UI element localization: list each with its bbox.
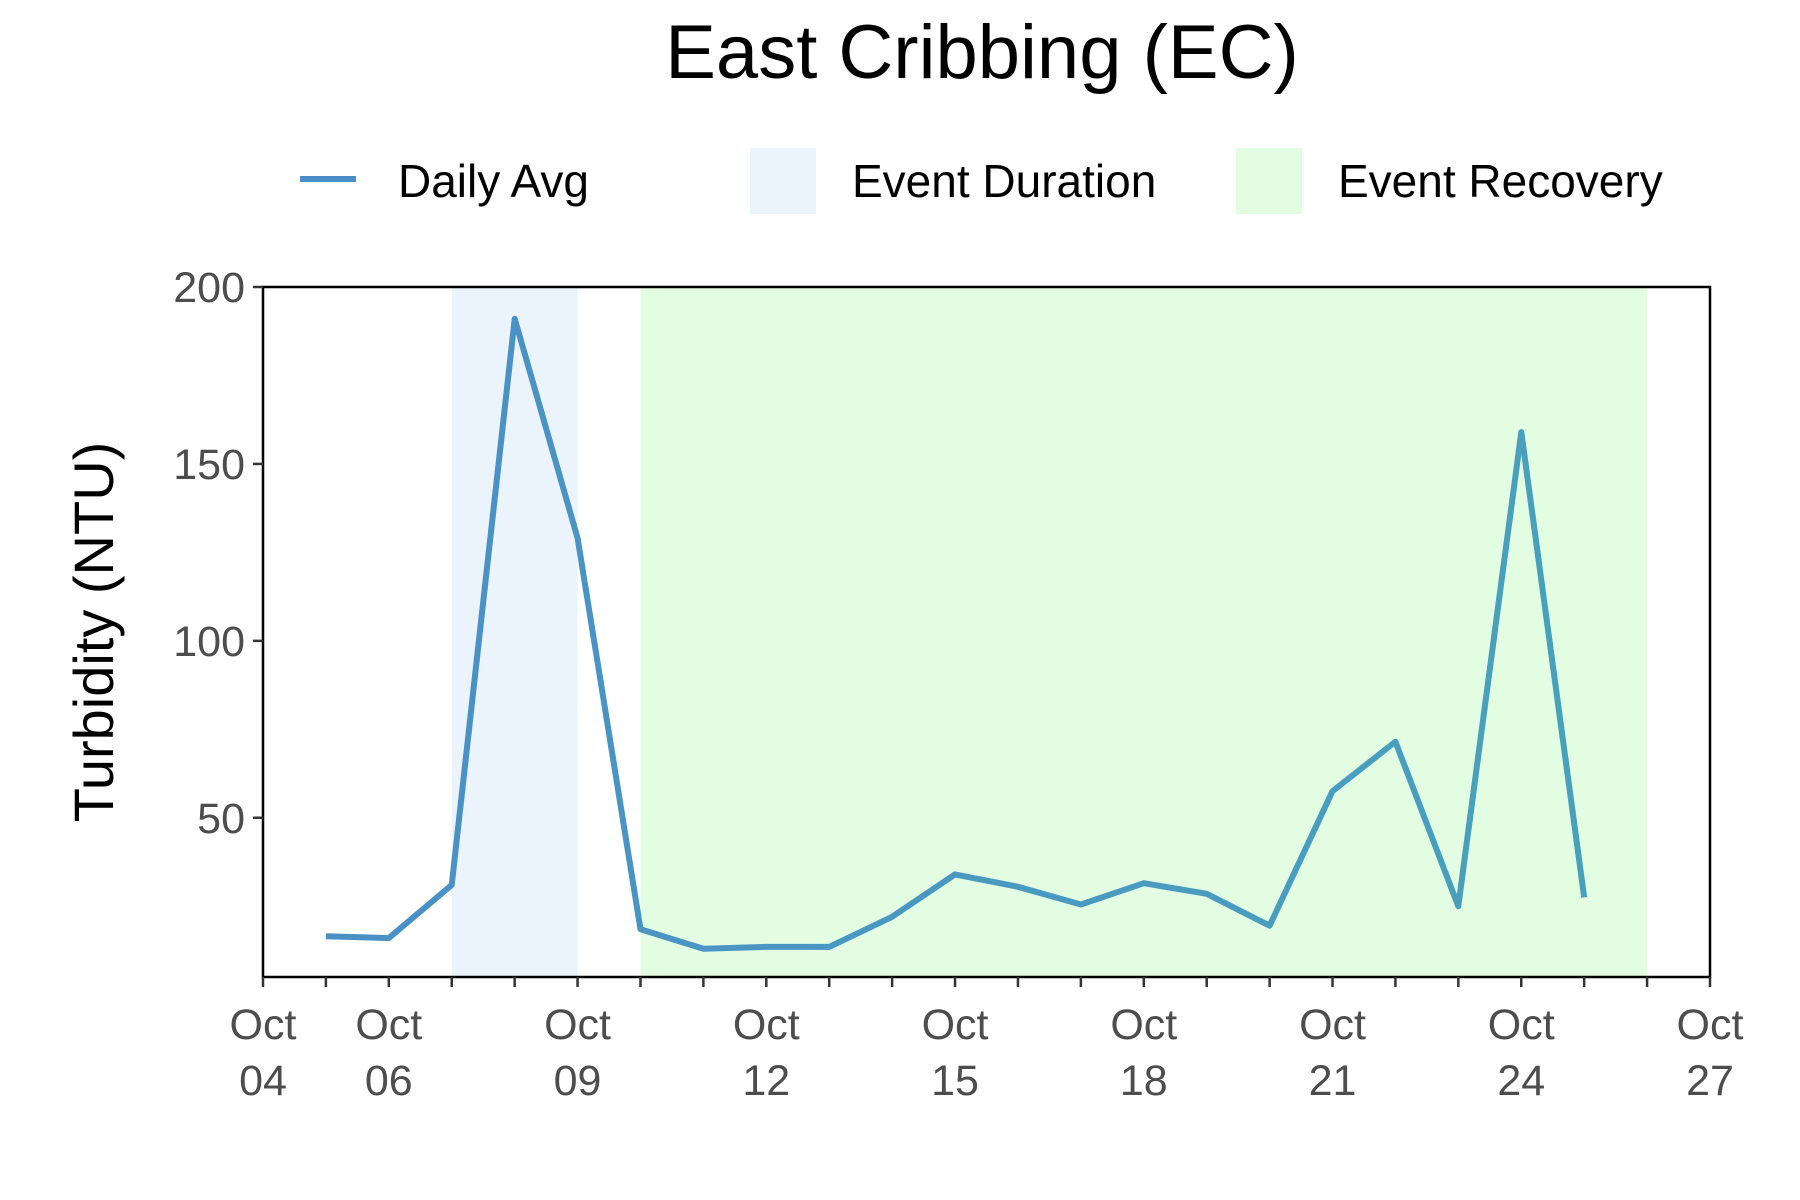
legend-swatch-event-duration — [750, 148, 816, 214]
y-tick-label: 100 — [173, 618, 245, 666]
x-tick-label: 09 — [554, 1057, 602, 1105]
legend-label-event-duration: Event Duration — [852, 155, 1156, 207]
legend-label-daily-avg: Daily Avg — [398, 155, 589, 207]
legend-swatch-event-recovery — [1236, 148, 1302, 214]
x-tick-label: Oct — [1110, 1001, 1177, 1049]
chart-title: East Cribbing (EC) — [665, 10, 1299, 95]
legend: Daily Avg Event Duration Event Recovery — [300, 148, 1663, 214]
shaded-region-event-duration — [451, 287, 578, 977]
x-tick-label: Oct — [1488, 1001, 1555, 1049]
x-tick-label: 21 — [1309, 1057, 1357, 1105]
x-tick-label: Oct — [1677, 1001, 1744, 1049]
y-tick-label: 150 — [173, 441, 245, 489]
y-axis: 50 100 150 200 — [173, 264, 263, 843]
x-tick-label: 06 — [365, 1057, 413, 1105]
x-tick-label: 04 — [239, 1057, 287, 1105]
x-axis: Oct 04 Oct 06 Oct 09 Oct 12 Oct 15 Oct 18 Oct 21 Oct 24… — [230, 977, 1744, 1105]
x-tick-label: 18 — [1120, 1057, 1168, 1105]
y-axis-label: Turbidity (NTU) — [62, 442, 125, 823]
legend-label-event-recovery: Event Recovery — [1338, 155, 1663, 207]
x-tick-label: Oct — [922, 1001, 989, 1049]
x-tick-label: 27 — [1686, 1057, 1734, 1105]
x-tick-label: 12 — [742, 1057, 790, 1105]
x-tick-label: 15 — [931, 1057, 979, 1105]
x-tick-label: 24 — [1497, 1057, 1545, 1105]
y-tick-label: 50 — [197, 795, 245, 843]
turbidity-chart: East Cribbing (EC) Daily Avg Event Durat… — [62, 10, 1744, 1105]
x-tick-label: Oct — [1299, 1001, 1366, 1049]
x-tick-label: Oct — [230, 1001, 297, 1049]
x-tick-label: Oct — [733, 1001, 800, 1049]
x-tick-label: Oct — [355, 1001, 422, 1049]
x-tick-label: Oct — [544, 1001, 611, 1049]
y-tick-label: 200 — [173, 264, 245, 312]
